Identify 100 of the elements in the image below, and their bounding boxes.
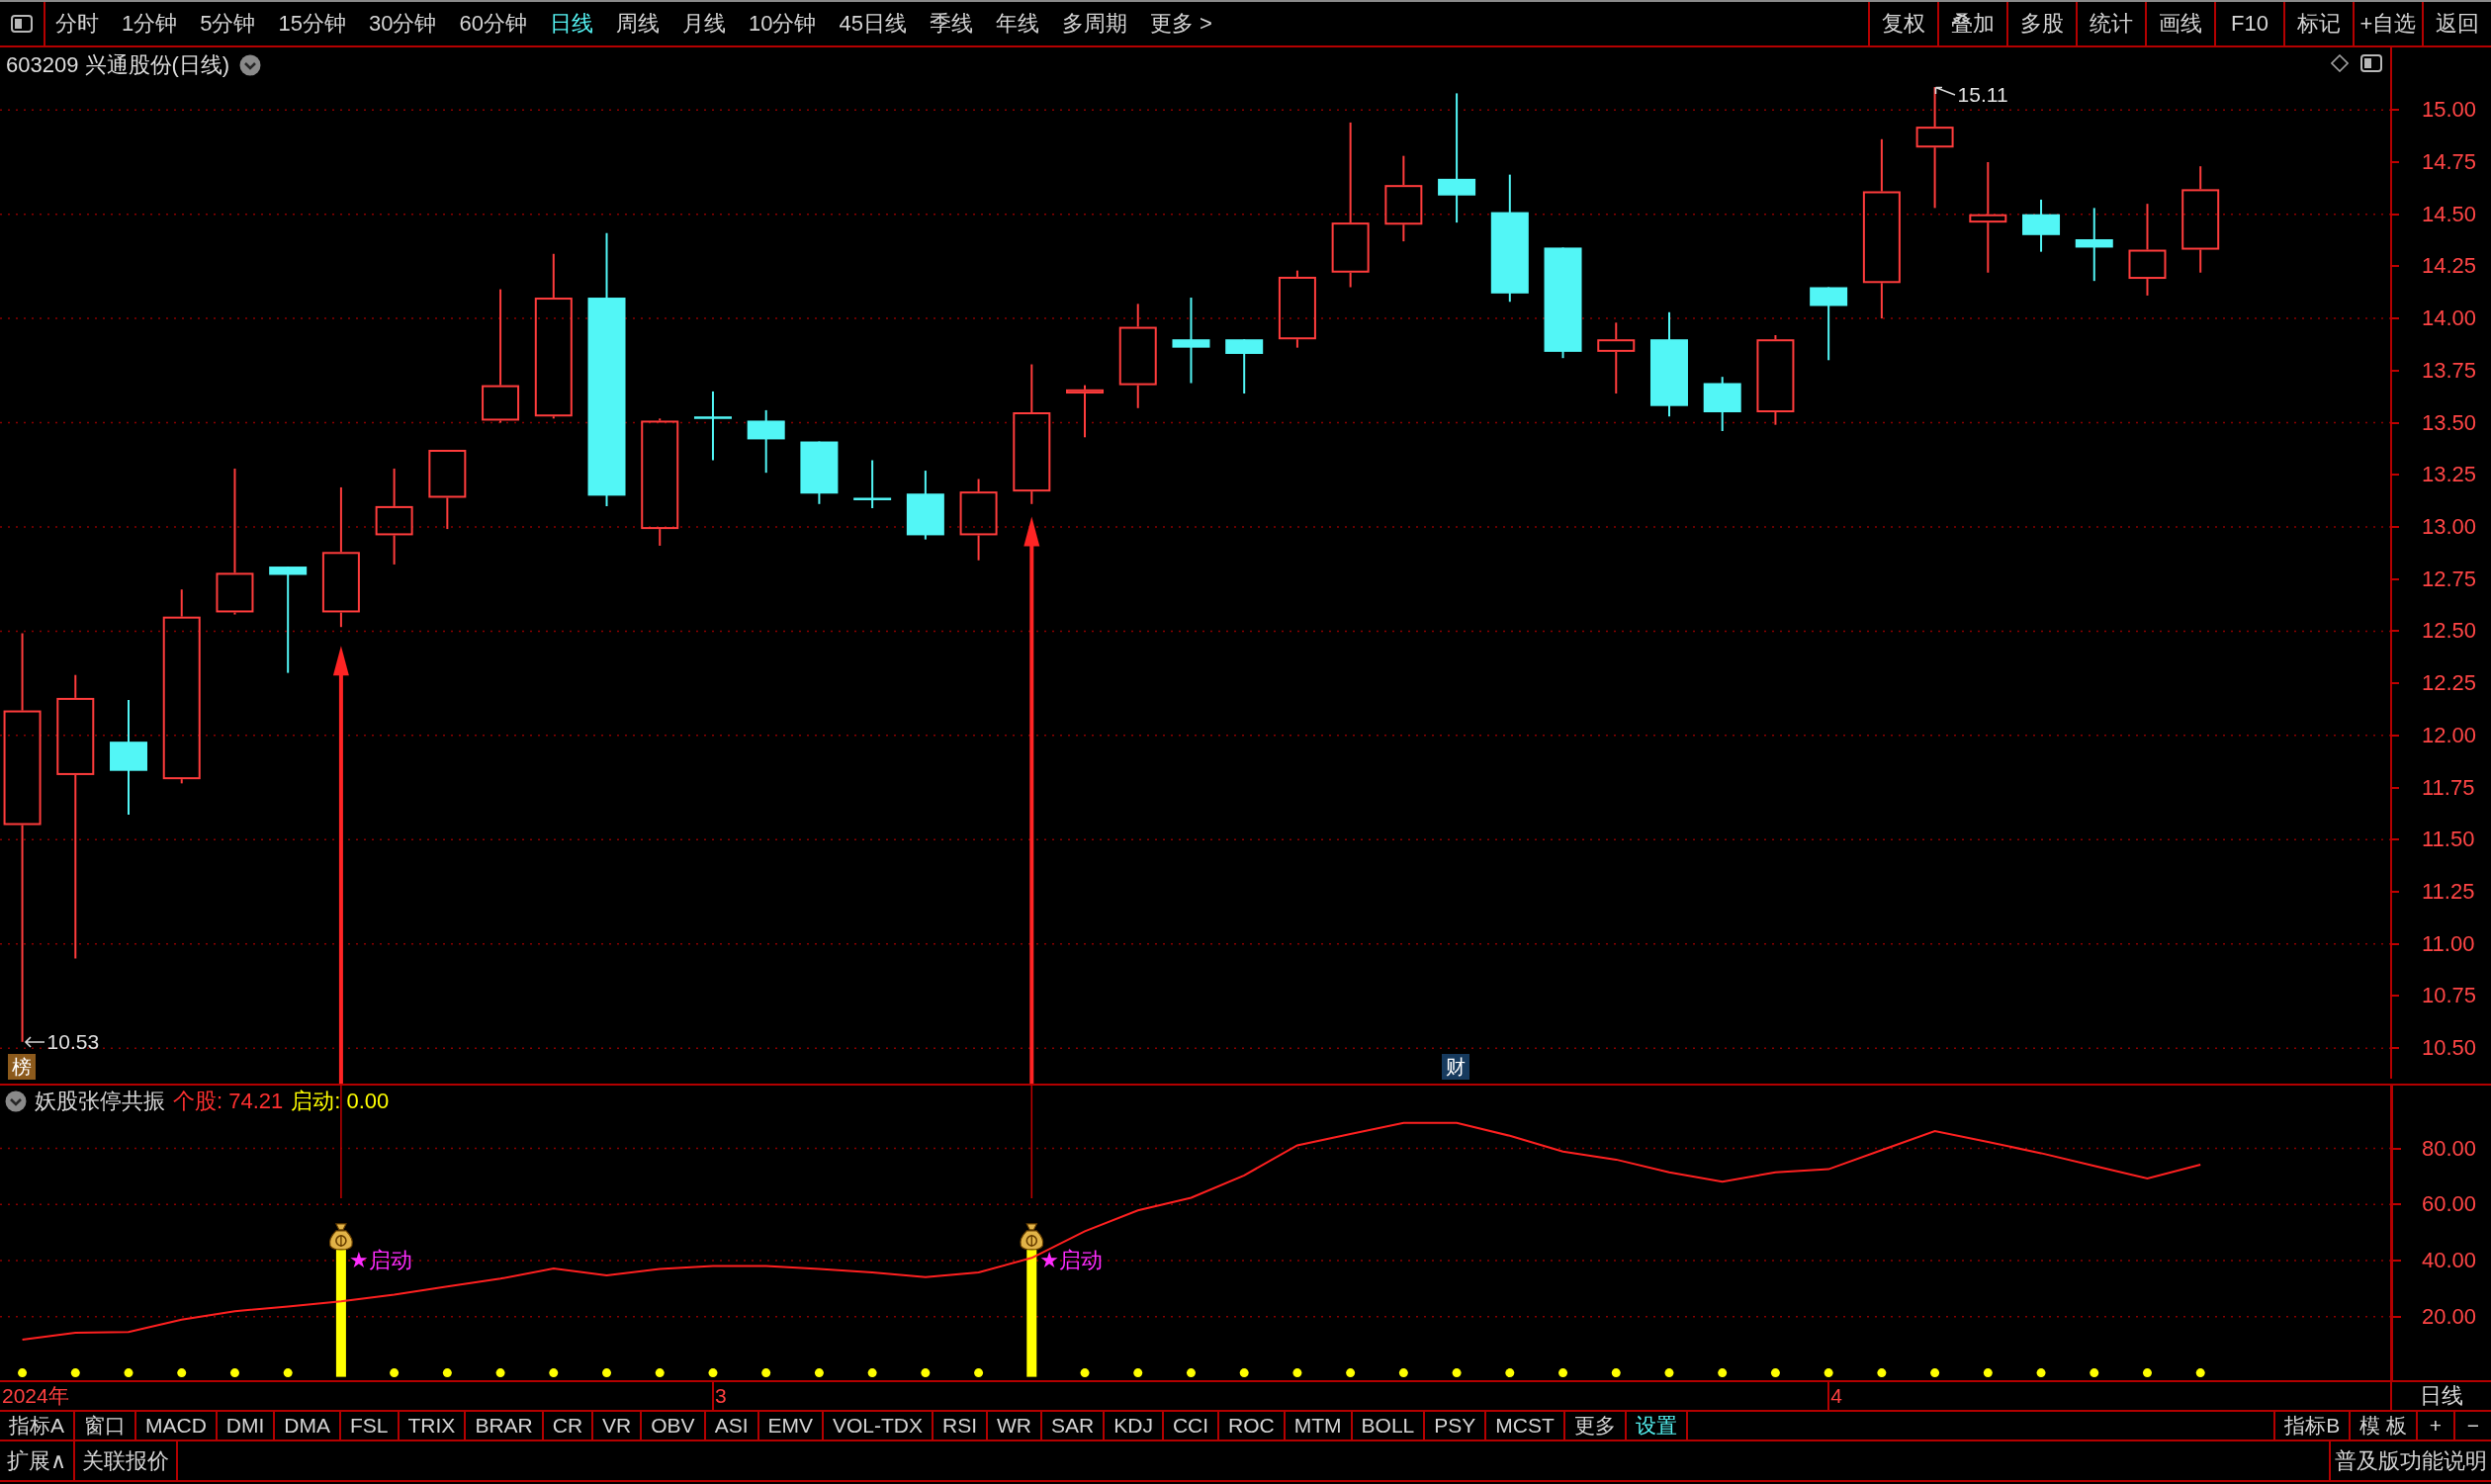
period-tab[interactable]: 60分钟 <box>459 9 527 39</box>
help-link[interactable]: 普及版功能说明 <box>2329 1441 2491 1480</box>
arrow-icon <box>1933 86 1956 99</box>
indicator-tab[interactable]: RSI <box>934 1412 989 1440</box>
indicator-tab[interactable]: 设置 <box>1626 1412 1688 1440</box>
indicator-tab[interactable]: 指标A <box>0 1412 75 1440</box>
indicator-tab[interactable]: BRAR <box>466 1412 544 1440</box>
indicator-tab[interactable]: MACD <box>136 1412 218 1440</box>
indicator-tab[interactable]: DMA <box>275 1412 342 1440</box>
candlestick <box>747 408 785 475</box>
status-button[interactable]: 扩展∧ <box>0 1441 76 1480</box>
price-axis-label: 12.00 <box>2422 723 2477 747</box>
date-axis-label: 4 <box>1830 1383 1842 1409</box>
price-axis-label: 10.50 <box>2422 1036 2477 1061</box>
status-button[interactable]: 关联报价 <box>75 1441 179 1480</box>
period-tab[interactable]: 30分钟 <box>369 9 437 39</box>
dropdown-icon[interactable] <box>5 1091 27 1112</box>
price-axis-label: 14.25 <box>2422 254 2477 279</box>
dropdown-icon[interactable] <box>239 54 262 76</box>
toolbar-button[interactable]: 返回 <box>2422 2 2491 45</box>
indicator-axis-label: 80.00 <box>2422 1136 2477 1161</box>
price-axis-label: 14.50 <box>2422 202 2477 226</box>
signal-label: ★启动 <box>348 1249 412 1273</box>
indicator-tab[interactable]: 窗口 <box>75 1412 136 1440</box>
indicator-tab[interactable]: VR <box>593 1412 643 1440</box>
money-bag-icon <box>328 1223 353 1251</box>
toolbar-button[interactable]: 叠加 <box>1937 2 2006 45</box>
indicator-axis-label: 20.00 <box>2422 1304 2477 1329</box>
period-tab[interactable]: 15分钟 <box>278 9 346 39</box>
panel-button[interactable]: 指标B <box>2273 1412 2350 1440</box>
period-tab[interactable]: 年线 <box>995 9 1039 39</box>
price-axis-label: 11.25 <box>2422 880 2475 904</box>
period-tab[interactable]: 5分钟 <box>200 9 256 39</box>
period-tab[interactable]: 月线 <box>681 9 726 39</box>
candlestick <box>800 440 839 505</box>
indicator-value: 个股: 74.21 <box>173 1089 284 1114</box>
indicator-name: 妖股张停共振 <box>35 1089 165 1114</box>
panel-icon[interactable] <box>2360 54 2382 72</box>
indicator-tab[interactable]: VOL-TDX <box>824 1412 934 1440</box>
period-tab[interactable]: 10分钟 <box>748 9 817 39</box>
diamond-icon[interactable] <box>2331 54 2349 72</box>
indicator-tab[interactable]: 更多 <box>1564 1412 1627 1440</box>
period-tab[interactable]: 45日线 <box>839 9 907 39</box>
toolbar-button[interactable]: F10 <box>2214 2 2283 45</box>
price-axis-label: 12.50 <box>2422 619 2477 644</box>
period-tab[interactable]: 日线 <box>549 9 593 39</box>
panel-button[interactable]: 模 板 <box>2349 1412 2416 1440</box>
period-tab[interactable]: 更多 > <box>1149 9 1212 39</box>
indicator-tab[interactable]: BOLL <box>1352 1412 1426 1440</box>
indicator-tab[interactable]: KDJ <box>1105 1412 1164 1440</box>
low-price-label: 10.53 <box>46 1030 100 1053</box>
indicator-tab[interactable]: EMV <box>758 1412 824 1440</box>
indicator-tab[interactable]: DMI <box>217 1412 276 1440</box>
price-axis-label: 10.75 <box>2422 984 2477 1008</box>
indicator-tab[interactable]: OBV <box>642 1412 706 1440</box>
price-axis-label: 15.00 <box>2422 98 2477 123</box>
toolbar-button[interactable]: 标记 <box>2283 2 2353 45</box>
marker-tag[interactable]: 财 <box>1442 1054 1470 1080</box>
date-axis-label: 2024年 <box>2 1383 69 1409</box>
indicator-tab[interactable]: CR <box>543 1412 594 1440</box>
period-tab[interactable]: 分时 <box>55 9 99 39</box>
indicator-tab[interactable]: MTM <box>1285 1412 1353 1440</box>
toolbar-button[interactable]: +自选 <box>2353 2 2422 45</box>
marker-tag[interactable]: 榜 <box>7 1054 36 1080</box>
indicator-tab[interactable]: CCI <box>1163 1412 1220 1440</box>
indicator-tab[interactable]: SAR <box>1042 1412 1106 1440</box>
period-tab[interactable]: 周线 <box>615 9 660 39</box>
money-bag-icon <box>1020 1223 1044 1251</box>
arrow-icon <box>23 1035 45 1048</box>
panel-icon <box>11 15 33 33</box>
indicator-tab[interactable]: TRIX <box>399 1412 467 1440</box>
period-tab[interactable]: 1分钟 <box>122 9 178 39</box>
period-tab[interactable]: 多周期 <box>1061 9 1127 39</box>
indicator-tab[interactable]: MCST <box>1486 1412 1565 1440</box>
candlestick <box>2022 198 2061 253</box>
indicator-tab[interactable]: WR <box>988 1412 1043 1440</box>
indicator-tab[interactable]: FSL <box>341 1412 400 1440</box>
price-axis-label: 12.25 <box>2422 671 2477 696</box>
price-axis-label: 13.50 <box>2422 410 2477 435</box>
price-axis-label: 12.75 <box>2422 567 2477 591</box>
stock-title: 603209 兴通股份(日线) <box>6 52 230 78</box>
toolbar-button[interactable]: 复权 <box>1868 2 1937 45</box>
price-axis-label: 11.75 <box>2422 775 2475 800</box>
toolbar-button[interactable]: 统计 <box>2076 2 2145 45</box>
price-axis-label: 14.00 <box>2422 306 2477 331</box>
candlestick <box>906 470 944 541</box>
panel-button[interactable]: − <box>2453 1412 2491 1440</box>
indicator-tab[interactable]: PSY <box>1425 1412 1487 1440</box>
date-axis-label: 3 <box>715 1383 727 1409</box>
period-tab[interactable]: 季线 <box>929 9 973 39</box>
indicator-tab[interactable]: ASI <box>705 1412 759 1440</box>
candlestick <box>1703 376 1741 432</box>
indicator-tab[interactable]: ROC <box>1219 1412 1286 1440</box>
period-label: 日线 <box>2420 1382 2463 1410</box>
toolbar-button[interactable]: 画线 <box>2145 2 2214 45</box>
toolbar-button[interactable]: 多股 <box>2006 2 2076 45</box>
high-price-label: 15.11 <box>1957 84 2008 107</box>
indicator-axis-label: 60.00 <box>2422 1192 2477 1217</box>
price-axis-label: 13.75 <box>2422 358 2477 383</box>
panel-button[interactable]: + <box>2416 1412 2453 1440</box>
